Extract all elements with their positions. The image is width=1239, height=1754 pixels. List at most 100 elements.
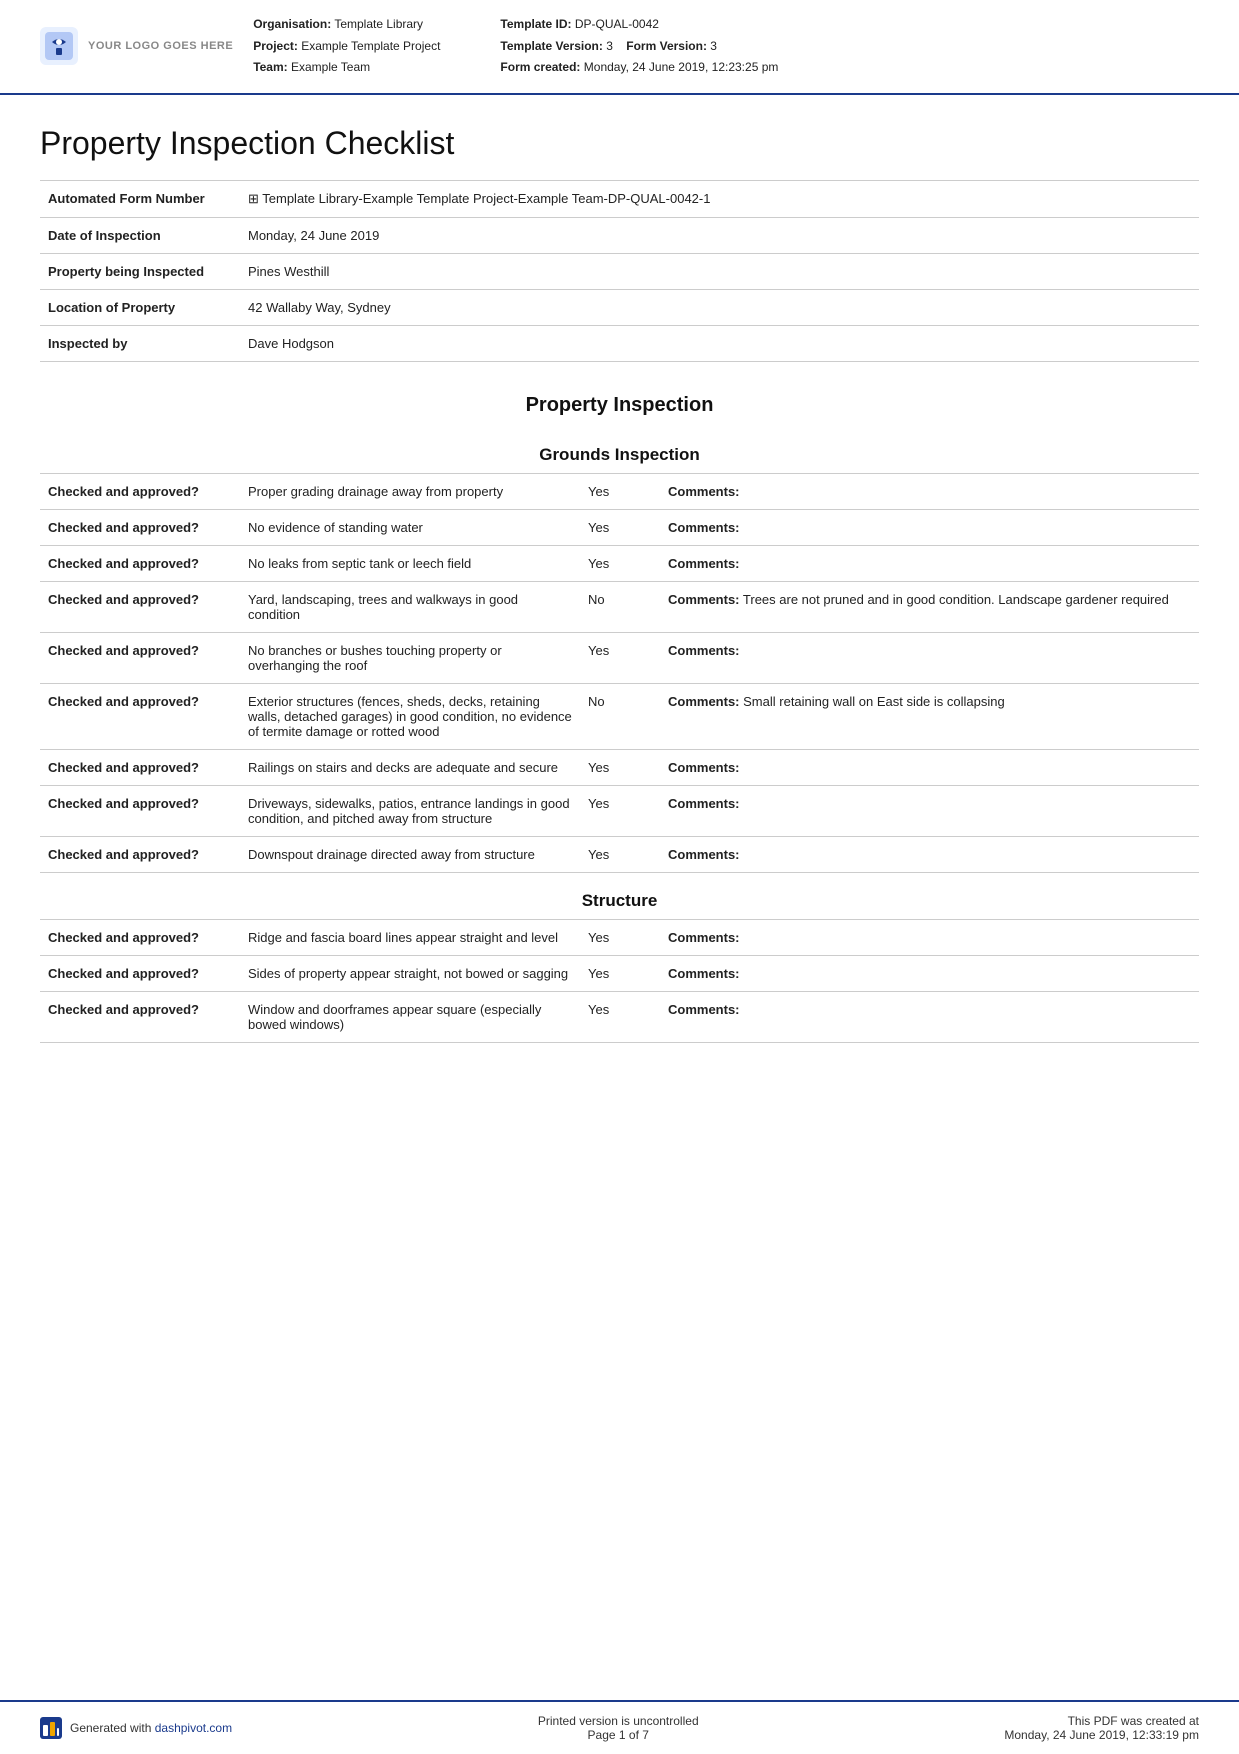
checklist-comment: Comments: — [660, 991, 1199, 1042]
comment-label: Comments: — [668, 556, 740, 571]
template-version-label: Template Version: — [500, 39, 602, 53]
logo-box: YOUR LOGO GOES HERE — [40, 27, 233, 65]
checklist-comment: Comments: Small retaining wall on East s… — [660, 683, 1199, 749]
comment-label: Comments: — [668, 694, 740, 709]
comment-label: Comments: — [668, 643, 740, 658]
checklist-row: Checked and approved? Railings on stairs… — [40, 749, 1199, 785]
page: YOUR LOGO GOES HERE Organisation: Templa… — [0, 0, 1239, 1754]
meta-label: Location of Property — [40, 289, 240, 325]
checklist-label: Checked and approved? — [40, 581, 240, 632]
checklist-label: Checked and approved? — [40, 509, 240, 545]
subsection-grounds-heading: Grounds Inspection — [40, 427, 1199, 473]
checklist-description: Exterior structures (fences, sheds, deck… — [240, 683, 580, 749]
footer-pdf-created: This PDF was created atMonday, 24 June 2… — [1004, 1714, 1199, 1742]
footer: Generated with dashpivot.com Printed ver… — [0, 1700, 1239, 1754]
org-label: Organisation: — [253, 17, 331, 31]
checklist-row: Checked and approved? Sides of property … — [40, 955, 1199, 991]
checklist-comment: Comments: — [660, 785, 1199, 836]
comment-text: Trees are not pruned and in good conditi… — [743, 592, 1169, 607]
checklist-answer: Yes — [580, 785, 660, 836]
comment-label: Comments: — [668, 930, 740, 945]
doc-title: Property Inspection Checklist — [40, 125, 1199, 162]
checklist-label: Checked and approved? — [40, 836, 240, 872]
checklist-label: Checked and approved? — [40, 683, 240, 749]
checklist-answer: No — [580, 581, 660, 632]
checklist-answer: Yes — [580, 632, 660, 683]
structure-checklist-table: Checked and approved? Ridge and fascia b… — [40, 919, 1199, 1043]
project-value: Example Template Project — [301, 39, 440, 53]
meta-row: Automated Form Number ⊞ Template Library… — [40, 180, 1199, 217]
checklist-row: Checked and approved? Driveways, sidewal… — [40, 785, 1199, 836]
project-label: Project: — [253, 39, 298, 53]
comment-text: Small retaining wall on East side is col… — [743, 694, 1005, 709]
checklist-comment: Comments: — [660, 632, 1199, 683]
subsection-structure-heading: Structure — [40, 873, 1199, 919]
meta-row: Inspected by Dave Hodgson — [40, 325, 1199, 361]
header-col-left: Organisation: Template Library Project: … — [253, 14, 440, 79]
checklist-comment: Comments: — [660, 836, 1199, 872]
meta-row: Date of Inspection Monday, 24 June 2019 — [40, 217, 1199, 253]
template-version-value: 3 — [606, 39, 613, 53]
header: YOUR LOGO GOES HERE Organisation: Templa… — [0, 0, 1239, 95]
checklist-description: Sides of property appear straight, not b… — [240, 955, 580, 991]
team-label: Team: — [253, 60, 287, 74]
meta-table: Automated Form Number ⊞ Template Library… — [40, 180, 1199, 362]
checklist-answer: Yes — [580, 545, 660, 581]
checklist-label: Checked and approved? — [40, 991, 240, 1042]
checklist-row: Checked and approved? Proper grading dra… — [40, 473, 1199, 509]
header-col-right: Template ID: DP-QUAL-0042 Template Versi… — [500, 14, 778, 79]
checklist-comment: Comments: — [660, 473, 1199, 509]
comment-label: Comments: — [668, 1002, 740, 1017]
checklist-answer: Yes — [580, 919, 660, 955]
checklist-label: Checked and approved? — [40, 545, 240, 581]
comment-label: Comments: — [668, 484, 740, 499]
checklist-label: Checked and approved? — [40, 749, 240, 785]
meta-value: 42 Wallaby Way, Sydney — [240, 289, 1199, 325]
meta-label: Automated Form Number — [40, 180, 240, 217]
checklist-row: Checked and approved? Yard, landscaping,… — [40, 581, 1199, 632]
meta-label: Property being Inspected — [40, 253, 240, 289]
form-version-value: 3 — [710, 39, 717, 53]
footer-left: Generated with dashpivot.com — [40, 1717, 232, 1739]
checklist-row: Checked and approved? No evidence of sta… — [40, 509, 1199, 545]
checklist-description: No leaks from septic tank or leech field — [240, 545, 580, 581]
logo-icon — [40, 27, 78, 65]
dashpivot-footer-icon — [40, 1717, 62, 1739]
checklist-description: Window and doorframes appear square (esp… — [240, 991, 580, 1042]
org-value: Template Library — [334, 17, 423, 31]
checklist-row: Checked and approved? Exterior structure… — [40, 683, 1199, 749]
checklist-label: Checked and approved? — [40, 919, 240, 955]
form-version-label: Form Version: — [626, 39, 707, 53]
meta-value: Monday, 24 June 2019 — [240, 217, 1199, 253]
checklist-label: Checked and approved? — [40, 473, 240, 509]
checklist-comment: Comments: — [660, 545, 1199, 581]
meta-value: ⊞ Template Library-Example Template Proj… — [240, 180, 1199, 217]
checklist-comment: Comments: Trees are not pruned and in go… — [660, 581, 1199, 632]
checklist-answer: Yes — [580, 836, 660, 872]
comment-label: Comments: — [668, 592, 740, 607]
checklist-description: No branches or bushes touching property … — [240, 632, 580, 683]
template-id-label: Template ID: — [500, 17, 571, 31]
checklist-description: Yard, landscaping, trees and walkways in… — [240, 581, 580, 632]
checklist-answer: Yes — [580, 509, 660, 545]
meta-value: Dave Hodgson — [240, 325, 1199, 361]
grounds-checklist-table: Checked and approved? Proper grading dra… — [40, 473, 1199, 873]
logo-text: YOUR LOGO GOES HERE — [88, 40, 233, 52]
checklist-row: Checked and approved? No branches or bus… — [40, 632, 1199, 683]
checklist-row: Checked and approved? No leaks from sept… — [40, 545, 1199, 581]
footer-generated-text: Generated with dashpivot.com — [70, 1721, 232, 1735]
footer-link[interactable]: dashpivot.com — [155, 1721, 232, 1735]
template-id-value: DP-QUAL-0042 — [575, 17, 659, 31]
checklist-description: Proper grading drainage away from proper… — [240, 473, 580, 509]
checklist-label: Checked and approved? — [40, 785, 240, 836]
checklist-label: Checked and approved? — [40, 955, 240, 991]
team-value: Example Team — [291, 60, 370, 74]
checklist-row: Checked and approved? Ridge and fascia b… — [40, 919, 1199, 955]
checklist-answer: Yes — [580, 749, 660, 785]
checklist-answer: Yes — [580, 473, 660, 509]
checklist-row: Checked and approved? Window and doorfra… — [40, 991, 1199, 1042]
checklist-description: No evidence of standing water — [240, 509, 580, 545]
checklist-comment: Comments: — [660, 509, 1199, 545]
checklist-comment: Comments: — [660, 955, 1199, 991]
meta-row: Property being Inspected Pines Westhill — [40, 253, 1199, 289]
